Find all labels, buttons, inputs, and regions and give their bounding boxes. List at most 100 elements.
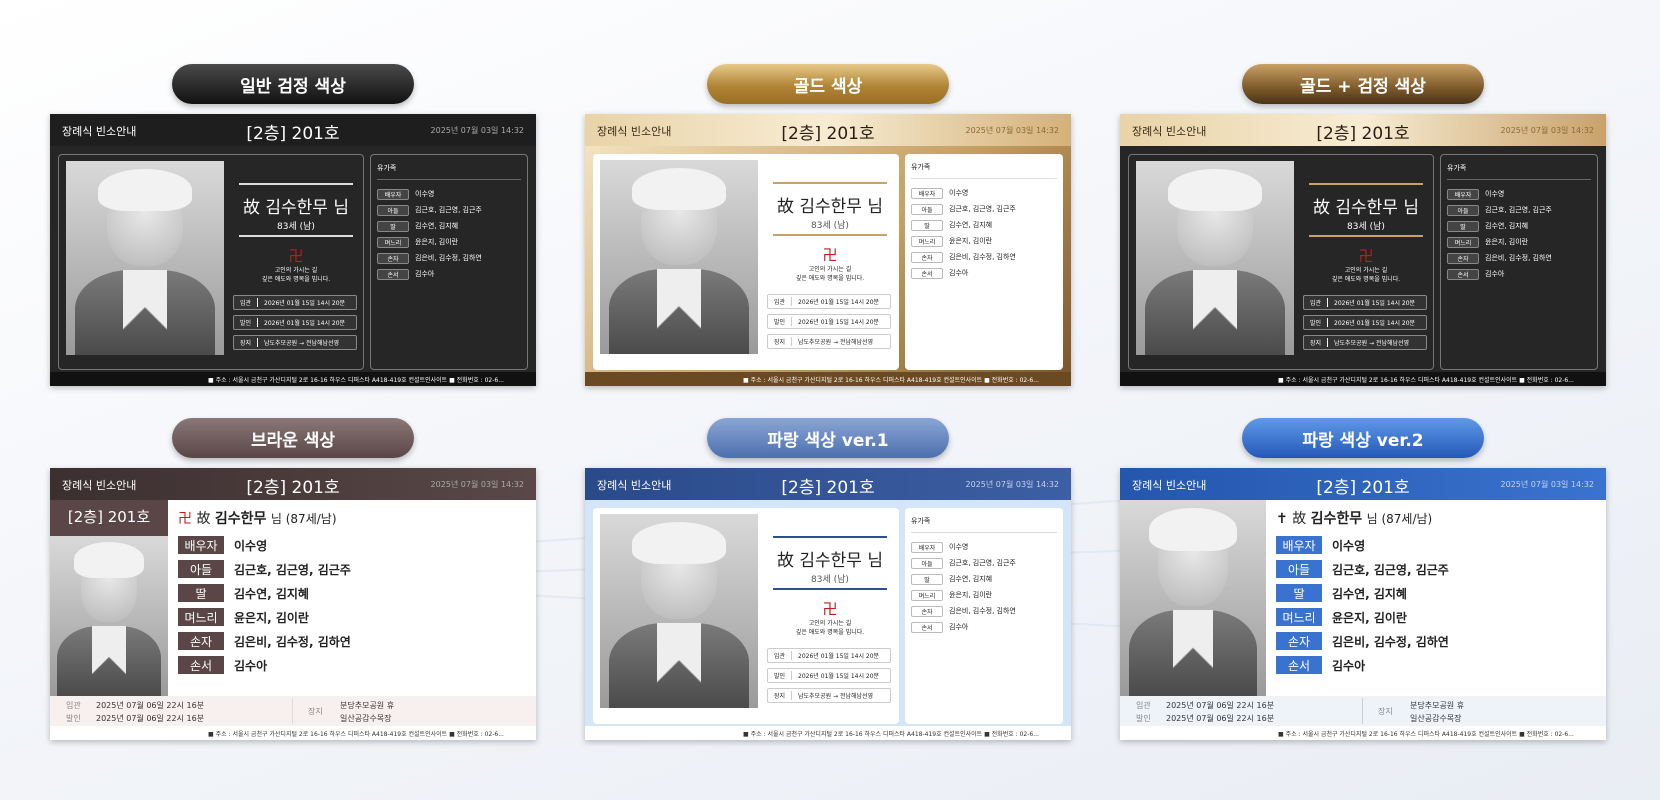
- family-row: 손서 김수아: [1447, 266, 1591, 282]
- family-row: 딸 김수연, 김지혜: [911, 571, 1057, 587]
- family-title: 유가족: [911, 162, 1057, 179]
- family-role: 딸: [178, 584, 224, 602]
- family-row: 배우자 이수영: [377, 186, 521, 202]
- theme-label[interactable]: 파랑 색상 ver.2: [1242, 418, 1484, 458]
- ornament-divider: [773, 182, 887, 184]
- ornament-divider: [773, 536, 887, 538]
- family-role: 손자: [178, 632, 224, 650]
- deceased-age: 83세 (남): [1347, 222, 1385, 232]
- schedule-bar: 입관 2025년 07월 06일 22시 16분 발인 2025년 07월 06일 …: [1120, 696, 1606, 726]
- preview-screen: 장례식 빈소안내 [2층] 201호 2025년 07월 03일 14:32 故…: [1120, 114, 1606, 386]
- family-names: 김근호, 김근영, 김근주: [234, 563, 351, 577]
- info-row: 장지 남도추모공원 → 전남해남선영: [767, 334, 891, 349]
- deceased-heading: ✝ 故 김수한무 님 (87세/남): [1276, 508, 1432, 528]
- family-row: 배우자 이수영: [911, 539, 1057, 555]
- family-names: 김수연, 김지혜: [1332, 587, 1407, 601]
- deceased-age: 님 (87세/남): [1366, 512, 1433, 526]
- schedule-bar: 입관 2025년 07월 06일 22시 16분 발인 2025년 07월 06일 …: [50, 696, 536, 726]
- family-role: 며느리: [1276, 608, 1322, 626]
- deceased-name: 故 김수한무 님: [776, 197, 883, 217]
- preview-screen: 장례식 빈소안내 [2층] 201호 2025년 07월 03일 14:32 故…: [50, 114, 536, 386]
- family-names: 김은비, 김수정, 김하연: [1332, 635, 1449, 649]
- family-role: 배우자: [178, 536, 224, 554]
- info-row: 발인 2026년 01월 15일 14시 20분: [767, 668, 891, 683]
- name-prefix: 故: [196, 511, 211, 527]
- preview-screen: 장례식 빈소안내 [2층] 201호 2025년 07월 03일 14:32 故…: [585, 468, 1071, 740]
- ornament-divider: [239, 183, 353, 185]
- deceased-age: 83세 (남): [811, 221, 849, 231]
- info-row: 입관 2026년 01월 15일 14시 20분: [767, 648, 891, 663]
- family-row: 배우자 이수영: [1447, 186, 1591, 202]
- family-row: 손서 김수아: [377, 266, 521, 282]
- family-role: 아들: [1276, 560, 1322, 578]
- info-row: 발인 2026년 01월 15일 14시 20분: [233, 315, 357, 330]
- deceased-panel: 故 김수한무 님 83세 (남) 卍 고인의 가시는 길 깊은 애도와 명복을 …: [593, 154, 899, 370]
- deceased-panel: 故 김수한무 님 83세 (남) 卍 고인의 가시는 길 깊은 애도와 명복을 …: [58, 154, 364, 370]
- family-row: 아들 김근호, 김근영, 김근주: [911, 555, 1057, 571]
- family-names: 김수연, 김지혜: [234, 587, 309, 601]
- ornament-divider: [773, 234, 887, 236]
- side-room: [2층] 201호: [67, 508, 151, 526]
- family-role: 아들: [178, 560, 224, 578]
- preview-screen: 장례식 빈소안내 [2층] 201호 2025년 07월 03일 14:32 故…: [585, 114, 1071, 386]
- family-row: 배우자 이수영: [911, 185, 1057, 201]
- ornament-divider: [773, 588, 887, 590]
- info-row: 입관 2026년 01월 15일 14시 20분: [233, 295, 357, 310]
- family-role: 며느리: [178, 608, 224, 626]
- family-row: 아들 김근호, 김근영, 김근주: [377, 202, 521, 218]
- family-row: 손자 김은비, 김수정, 김하연: [377, 250, 521, 266]
- condolence-message: 고인의 가시는 길 깊은 애도와 명복을 빕니다.: [795, 266, 865, 282]
- family-names: 김은비, 김수정, 김하연: [234, 635, 351, 649]
- family-panel: 유가족 배우자 이수영 아들 김근호, 김근영, 김근주 딸 김수연, 김지혜 며느리…: [905, 508, 1063, 724]
- info-row: 발인 2026년 01월 15일 14시 20분: [767, 314, 891, 329]
- datetime: 2025년 07월 03일 14:32: [965, 126, 1059, 135]
- info-row: 장지 남도추모공원 → 전남해남선영: [233, 335, 357, 350]
- theme-label[interactable]: 브라운 색상: [172, 418, 414, 458]
- family-role: 손서: [178, 656, 224, 674]
- theme-label[interactable]: 파랑 색상 ver.1: [707, 418, 949, 458]
- family-panel: 유가족 배우자 이수영 아들 김근호, 김근영, 김근주 딸 김수연, 김지혜 며느리…: [905, 154, 1063, 370]
- deceased-name: 故 김수한무 님: [242, 198, 349, 218]
- ornament-divider: [239, 235, 353, 237]
- family-title: 유가족: [377, 163, 521, 180]
- info-row: 장지 남도추모공원 → 전남해남선영: [1303, 335, 1427, 350]
- family-row: 손자 김은비, 김수정, 김하연: [911, 249, 1057, 265]
- family-panel: 유가족 배우자 이수영 아들 김근호, 김근영, 김근주 딸 김수연, 김지혜 며느리…: [1440, 154, 1598, 370]
- family-row: 딸 김수연, 김지혜: [1447, 218, 1591, 234]
- info-row: 입관 2026년 01월 15일 14시 20분: [1303, 295, 1427, 310]
- family-names: 김수아: [234, 659, 268, 673]
- theme-label[interactable]: 골드 색상: [707, 64, 949, 104]
- portrait-photo: [1120, 500, 1266, 696]
- condolence-message: 고인의 가시는 길 깊은 애도와 명복을 빕니다.: [1331, 267, 1401, 283]
- portrait-photo: [66, 161, 224, 355]
- family-row: 손서 김수아: [911, 265, 1057, 281]
- side-column: [2층] 201호: [50, 500, 168, 696]
- family-row: 며느리 윤은지, 김이란: [911, 587, 1057, 603]
- condolence-message: 고인의 가시는 길 깊은 애도와 명복을 빕니다.: [795, 620, 865, 636]
- footer-bar: ■ 주소 : 서울시 금천구 가산디지털 2로 16-16 하우스 디퍼스타 A…: [50, 726, 536, 740]
- theme-label[interactable]: 일반 검정 색상: [172, 64, 414, 104]
- family-row: 며느리 윤은지, 김이란: [1447, 234, 1591, 250]
- family-role: 손서: [1276, 656, 1322, 674]
- theme-label[interactable]: 골드 + 검정 색상: [1242, 64, 1484, 104]
- cross-icon: ✝: [1276, 511, 1288, 527]
- religion-symbol: 卍: [288, 247, 304, 265]
- religion-symbol: 卍: [178, 511, 192, 527]
- screen-header: 장례식 빈소안내 [2층] 201호 2025년 07월 03일 14:32: [585, 114, 1071, 146]
- portrait-photo: [600, 160, 758, 354]
- family-row: 아들 김근호, 김근영, 김근주: [911, 201, 1057, 217]
- condolence-message: 고인의 가시는 길 깊은 애도와 명복을 빕니다.: [261, 267, 331, 283]
- footer-bar: ■ 주소 : 서울시 금천구 가산디지털 2로 16-16 하우스 디퍼스타 A…: [1120, 372, 1606, 386]
- footer-bar: ■ 주소 : 서울시 금천구 가산디지털 2로 16-16 하우스 디퍼스타 A…: [585, 726, 1071, 740]
- family-row: 아들 김근호, 김근영, 김근주: [1447, 202, 1591, 218]
- datetime: 2025년 07월 03일 14:32: [430, 126, 524, 135]
- datetime: 2025년 07월 03일 14:32: [430, 480, 524, 489]
- family-row: 손서 김수아: [911, 619, 1057, 635]
- deceased-panel: 故 김수한무 님 83세 (남) 卍 고인의 가시는 길 깊은 애도와 명복을 …: [1128, 154, 1434, 370]
- family-row: 딸 김수연, 김지혜: [377, 218, 521, 234]
- info-row: 발인 2026년 01월 15일 14시 20분: [1303, 315, 1427, 330]
- deceased-panel: 故 김수한무 님 83세 (남) 卍 고인의 가시는 길 깊은 애도와 명복을 …: [593, 508, 899, 724]
- deceased-name: 故 김수한무 님: [1312, 198, 1419, 218]
- portrait-photo: [600, 514, 758, 708]
- family-names: 김수아: [1332, 659, 1366, 673]
